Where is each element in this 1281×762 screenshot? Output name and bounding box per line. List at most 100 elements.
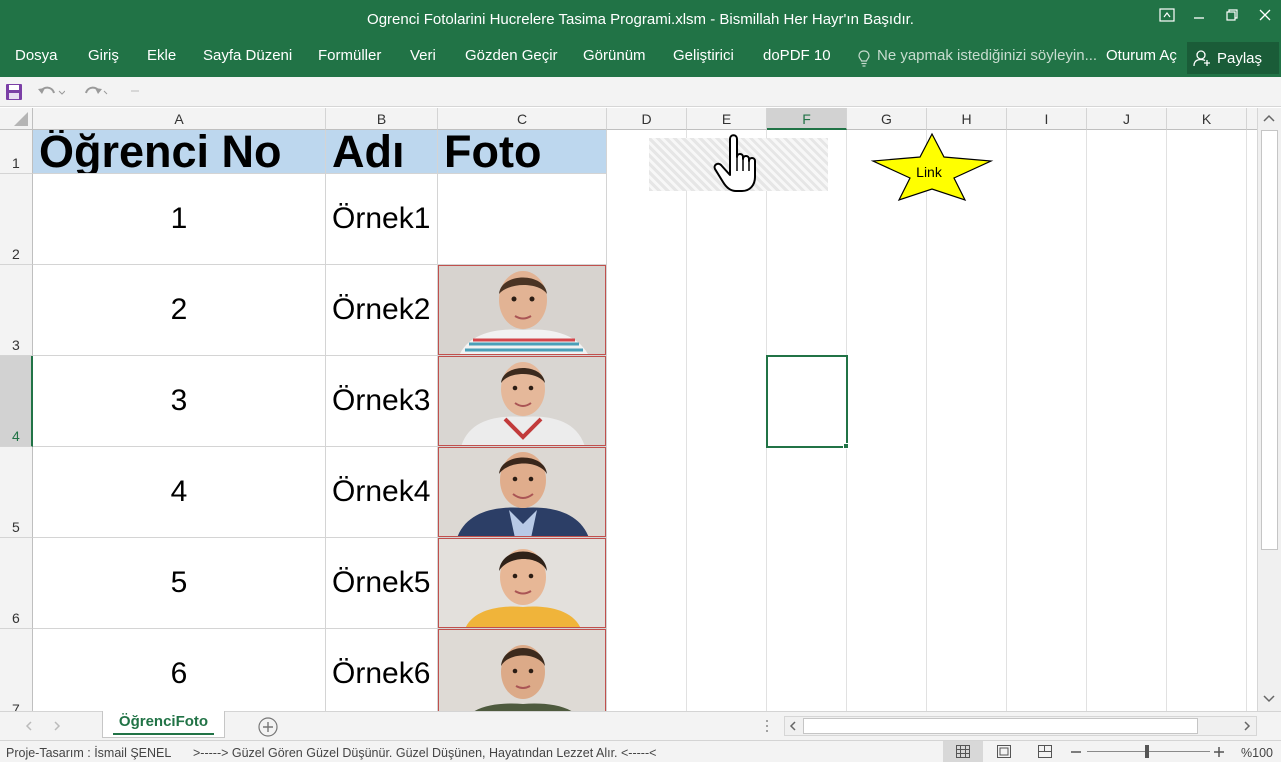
row-header-1[interactable]: 1 (0, 130, 33, 174)
column-header-c[interactable]: C (438, 108, 607, 130)
cell-c1[interactable]: Foto (438, 130, 607, 174)
undo-icon (38, 86, 65, 95)
zoom-level[interactable]: %100 (1241, 746, 1273, 760)
horizontal-scroll-thumb[interactable] (803, 718, 1198, 734)
student-photo[interactable] (438, 356, 606, 446)
share-label: Paylaş (1217, 49, 1263, 67)
window-title: Ogrenci Fotolarini Hucrelere Tasima Prog… (367, 11, 914, 28)
redo-button[interactable] (80, 82, 108, 102)
column-header-g[interactable]: G (847, 108, 927, 130)
sheet-tab-ogrencifoto[interactable]: ÖğrenciFoto (102, 711, 225, 738)
column-header-j[interactable]: J (1087, 108, 1167, 130)
fill-handle[interactable] (843, 443, 849, 449)
scroll-right-icon[interactable] (1241, 720, 1253, 732)
row-header-4[interactable]: 4 (0, 356, 33, 447)
new-sheet-icon[interactable] (257, 716, 279, 738)
tab-giris[interactable]: Giriş (88, 47, 119, 64)
cell-a2[interactable]: 1 (33, 174, 326, 265)
scroll-left-icon[interactable] (787, 720, 799, 732)
ribbon-display-options-button[interactable] (1154, 5, 1180, 25)
tell-me-search[interactable]: Ne yapmak istediğinizi söyleyin... (877, 47, 1097, 64)
page-layout-view-icon[interactable] (997, 745, 1011, 758)
column-header-k[interactable]: K (1167, 108, 1247, 130)
vertical-scroll-thumb[interactable] (1261, 130, 1278, 550)
tab-dopdf[interactable]: doPDF 10 (763, 47, 831, 64)
tab-formuller[interactable]: Formüller (318, 47, 381, 64)
hand-cursor-icon (713, 134, 756, 192)
student-portrait-image (439, 630, 605, 711)
close-icon (1259, 9, 1271, 21)
cell-b3[interactable]: Örnek2 (326, 265, 438, 356)
person-add-icon (1193, 50, 1210, 67)
student-photo[interactable] (438, 447, 606, 537)
share-button[interactable]: Paylaş (1187, 42, 1279, 74)
page-break-view-icon[interactable] (1038, 745, 1052, 758)
cell-a5[interactable]: 4 (33, 447, 326, 538)
row-header-7[interactable]: 7 (0, 629, 33, 711)
row-header-3[interactable]: 3 (0, 265, 33, 356)
link-star-shape[interactable]: Link (870, 132, 994, 202)
column-header-l[interactable] (1247, 108, 1257, 130)
quick-access-toolbar (0, 77, 1281, 107)
scroll-down-icon[interactable] (1262, 693, 1276, 705)
scroll-sheets-right-icon[interactable] (52, 720, 62, 732)
tab-veri[interactable]: Veri (410, 47, 436, 64)
tab-gelistirici[interactable]: Geliştirici (673, 47, 734, 64)
vertical-scrollbar[interactable] (1257, 108, 1281, 711)
scroll-sheets-left-icon[interactable] (24, 720, 34, 732)
tab-sayfa-duzeni[interactable]: Sayfa Düzeni (203, 47, 292, 64)
scroll-up-icon[interactable] (1262, 112, 1276, 124)
minimize-button[interactable] (1186, 5, 1212, 25)
select-all-corner[interactable] (0, 108, 33, 130)
row-header-5[interactable]: 5 (0, 447, 33, 538)
student-photo[interactable] (438, 629, 606, 711)
cell-b2[interactable]: Örnek1 (326, 174, 438, 265)
column-header-f[interactable]: F (767, 108, 847, 130)
column-header-h[interactable]: H (927, 108, 1007, 130)
close-button[interactable] (1252, 5, 1278, 25)
column-header-d[interactable]: D (607, 108, 687, 130)
tab-dosya[interactable]: Dosya (15, 47, 58, 64)
column-header-e[interactable]: E (687, 108, 767, 130)
sign-in-link[interactable]: Oturum Aç (1106, 47, 1177, 64)
cell-a4[interactable]: 3 (33, 356, 326, 447)
cell-a6[interactable]: 5 (33, 538, 326, 629)
status-author: Proje-Tasarım : İsmail ŞENEL (6, 746, 172, 760)
active-cell-selection[interactable] (766, 355, 848, 448)
student-portrait-image (439, 357, 605, 445)
cell-b1[interactable]: Adı (326, 130, 438, 174)
restore-button[interactable] (1219, 5, 1245, 25)
chevron-down-icon (131, 90, 139, 92)
sheet-tab-bar: ÖğrenciFoto (0, 711, 1281, 740)
cell-b4[interactable]: Örnek3 (326, 356, 438, 447)
column-header-i[interactable]: I (1007, 108, 1087, 130)
tab-gorunum[interactable]: Görünüm (583, 47, 646, 64)
student-portrait-image (439, 539, 605, 627)
cell-c2[interactable] (438, 174, 607, 265)
row-header-6[interactable]: 6 (0, 538, 33, 629)
student-photo[interactable] (438, 538, 606, 628)
horizontal-scrollbar[interactable] (784, 716, 1257, 736)
tab-gozden-gecir[interactable]: Gözden Geçir (465, 47, 558, 64)
normal-view-button[interactable] (943, 741, 983, 762)
cell-b5[interactable]: Örnek4 (326, 447, 438, 538)
cell-a7[interactable]: 6 (33, 629, 326, 711)
student-photo[interactable] (438, 265, 606, 355)
column-header-a[interactable]: A (33, 108, 326, 130)
cell-a1[interactable]: Öğrenci No (33, 130, 326, 174)
zoom-out-icon[interactable] (1070, 746, 1082, 758)
lightbulb-icon (858, 50, 870, 67)
customize-toolbar-button[interactable] (130, 82, 140, 102)
cell-a3[interactable]: 2 (33, 265, 326, 356)
cell-b6[interactable]: Örnek5 (326, 538, 438, 629)
undo-button[interactable] (37, 82, 65, 102)
column-header-b[interactable]: B (326, 108, 438, 130)
save-button[interactable] (5, 82, 23, 102)
status-bar: Proje-Tasarım : İsmail ŞENEL >-----> Güz… (0, 740, 1281, 762)
cell-b7[interactable]: Örnek6 (326, 629, 438, 711)
row-header-2[interactable]: 2 (0, 174, 33, 265)
zoom-slider-thumb[interactable] (1145, 745, 1149, 758)
split-handle-icon[interactable] (764, 718, 770, 734)
zoom-in-icon[interactable] (1213, 746, 1225, 758)
tab-ekle[interactable]: Ekle (147, 47, 176, 64)
